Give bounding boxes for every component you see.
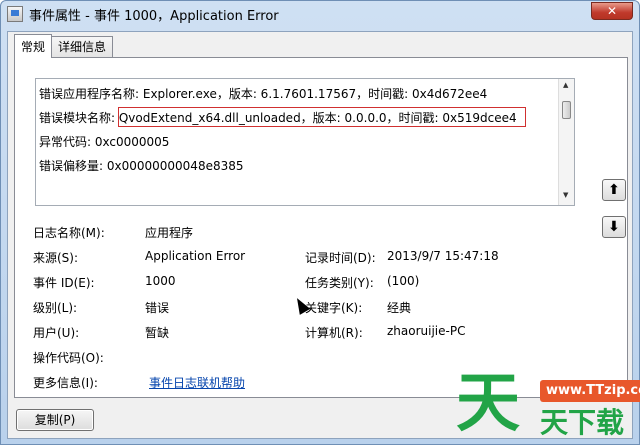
keywords-label: 关键字(K): (305, 301, 363, 315)
level-label: 级别(L): (33, 301, 78, 315)
arrow-up-icon: ⬆ (608, 182, 620, 198)
computer-label: 计算机(R): (305, 326, 363, 340)
highlight-box (118, 107, 526, 127)
watermark-big-char: 天 (456, 367, 520, 441)
scroll-thumb[interactable] (562, 101, 571, 119)
user-label: 用户(U): (33, 326, 80, 340)
task-category-label: 任务类别(Y): (305, 276, 374, 290)
description-line: 异常代码: 0xc0000005 (39, 135, 170, 149)
copy-button[interactable]: 复制(P) (16, 409, 94, 431)
source-value: Application Error (145, 249, 246, 263)
log-name-value: 应用程序 (145, 226, 194, 240)
description-line: 错误应用程序名称: Explorer.exe，版本: 6.1.7601.1756… (39, 87, 488, 101)
task-category-value: (100) (387, 274, 420, 288)
keywords-value: 经典 (387, 301, 412, 315)
scroll-up-icon[interactable]: ▲ (563, 81, 568, 89)
event-id-value: 1000 (145, 274, 176, 288)
tab-details[interactable]: 详细信息 (51, 36, 114, 58)
event-viewer-icon (7, 6, 23, 22)
level-value: 错误 (145, 301, 170, 315)
tab-general[interactable]: 常规 (14, 34, 53, 58)
watermark-logo: 天 www.TTzip.com 天下载 (456, 366, 640, 445)
user-value: 暂缺 (145, 326, 170, 340)
event-properties-window: 事件属性 - 事件 1000，Application Error ✕ 常规 详细… (0, 0, 640, 445)
watermark-url: www.TTzip.com (540, 380, 640, 402)
description-box[interactable]: 错误应用程序名称: Explorer.exe，版本: 6.1.7601.1756… (35, 78, 575, 206)
online-help-link[interactable]: 事件日志联机帮助 (149, 374, 245, 391)
arrow-down-icon: ⬇ (608, 219, 620, 235)
previous-event-button[interactable]: ⬆ (602, 179, 626, 201)
log-name-label: 日志名称(M): (33, 226, 105, 240)
source-label: 来源(S): (33, 251, 79, 265)
opcode-label: 操作代码(O): (33, 351, 104, 365)
close-button[interactable]: ✕ (591, 2, 633, 20)
general-panel: 错误应用程序名称: Explorer.exe，版本: 6.1.7601.1756… (14, 57, 628, 398)
description-scrollbar[interactable]: ▲ ▼ (558, 79, 574, 205)
watermark-sub: 天下载 (540, 406, 625, 439)
event-id-label: 事件 ID(E): (33, 276, 95, 290)
logged-label: 记录时间(D): (305, 251, 376, 265)
title-bar[interactable]: 事件属性 - 事件 1000，Application Error ✕ (1, 1, 639, 27)
scroll-down-icon[interactable]: ▼ (563, 191, 568, 199)
tab-strip: 常规 详细信息 (14, 34, 114, 58)
next-event-button[interactable]: ⬇ (602, 216, 626, 238)
window-title: 事件属性 - 事件 1000，Application Error (29, 9, 279, 24)
description-line: 错误偏移量: 0x00000000048e8385 (39, 159, 244, 173)
computer-value: zhaoruijie-PC (387, 324, 466, 338)
more-info-label: 更多信息(I): (33, 376, 98, 390)
logged-value: 2013/9/7 15:47:18 (387, 249, 499, 263)
